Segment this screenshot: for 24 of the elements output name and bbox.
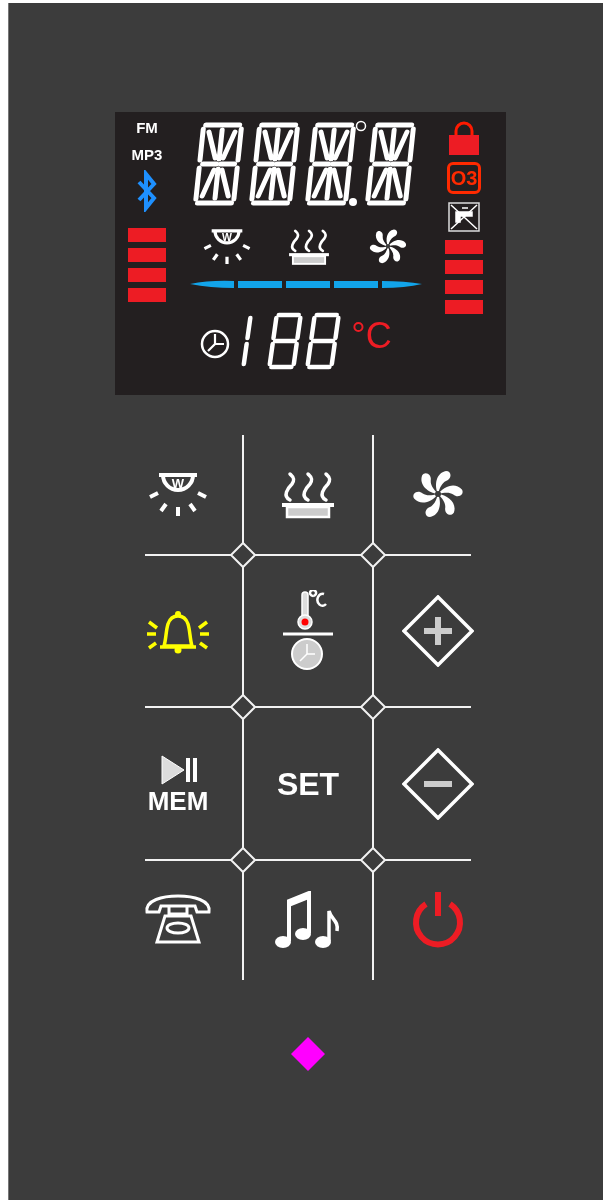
clock-icon — [199, 328, 232, 360]
mode-label: MP3 — [131, 147, 163, 162]
temperature-unit: °C — [351, 318, 392, 354]
level-segment — [445, 280, 483, 294]
level-segment — [128, 288, 166, 302]
phone-icon — [143, 894, 213, 946]
minus-icon — [402, 747, 474, 820]
level-segment — [128, 228, 166, 242]
ozone-badge: O3 — [447, 162, 481, 194]
thermometer-clock-icon — [280, 590, 336, 672]
play-memory-button[interactable]: MEM — [139, 745, 217, 822]
lock-icon — [447, 120, 481, 156]
level-segment — [128, 248, 166, 262]
level-segment — [128, 268, 166, 282]
bluetooth-icon — [137, 170, 157, 212]
set-button[interactable]: SET — [268, 759, 348, 808]
mode-label: FM — [136, 120, 158, 135]
level-segment — [445, 300, 483, 314]
lamp-button[interactable]: W — [139, 463, 217, 527]
plus-icon — [402, 595, 474, 667]
level-segment — [445, 240, 483, 254]
no-water-icon — [448, 202, 480, 232]
music-notes-icon — [275, 891, 341, 949]
level-segment — [445, 260, 483, 274]
